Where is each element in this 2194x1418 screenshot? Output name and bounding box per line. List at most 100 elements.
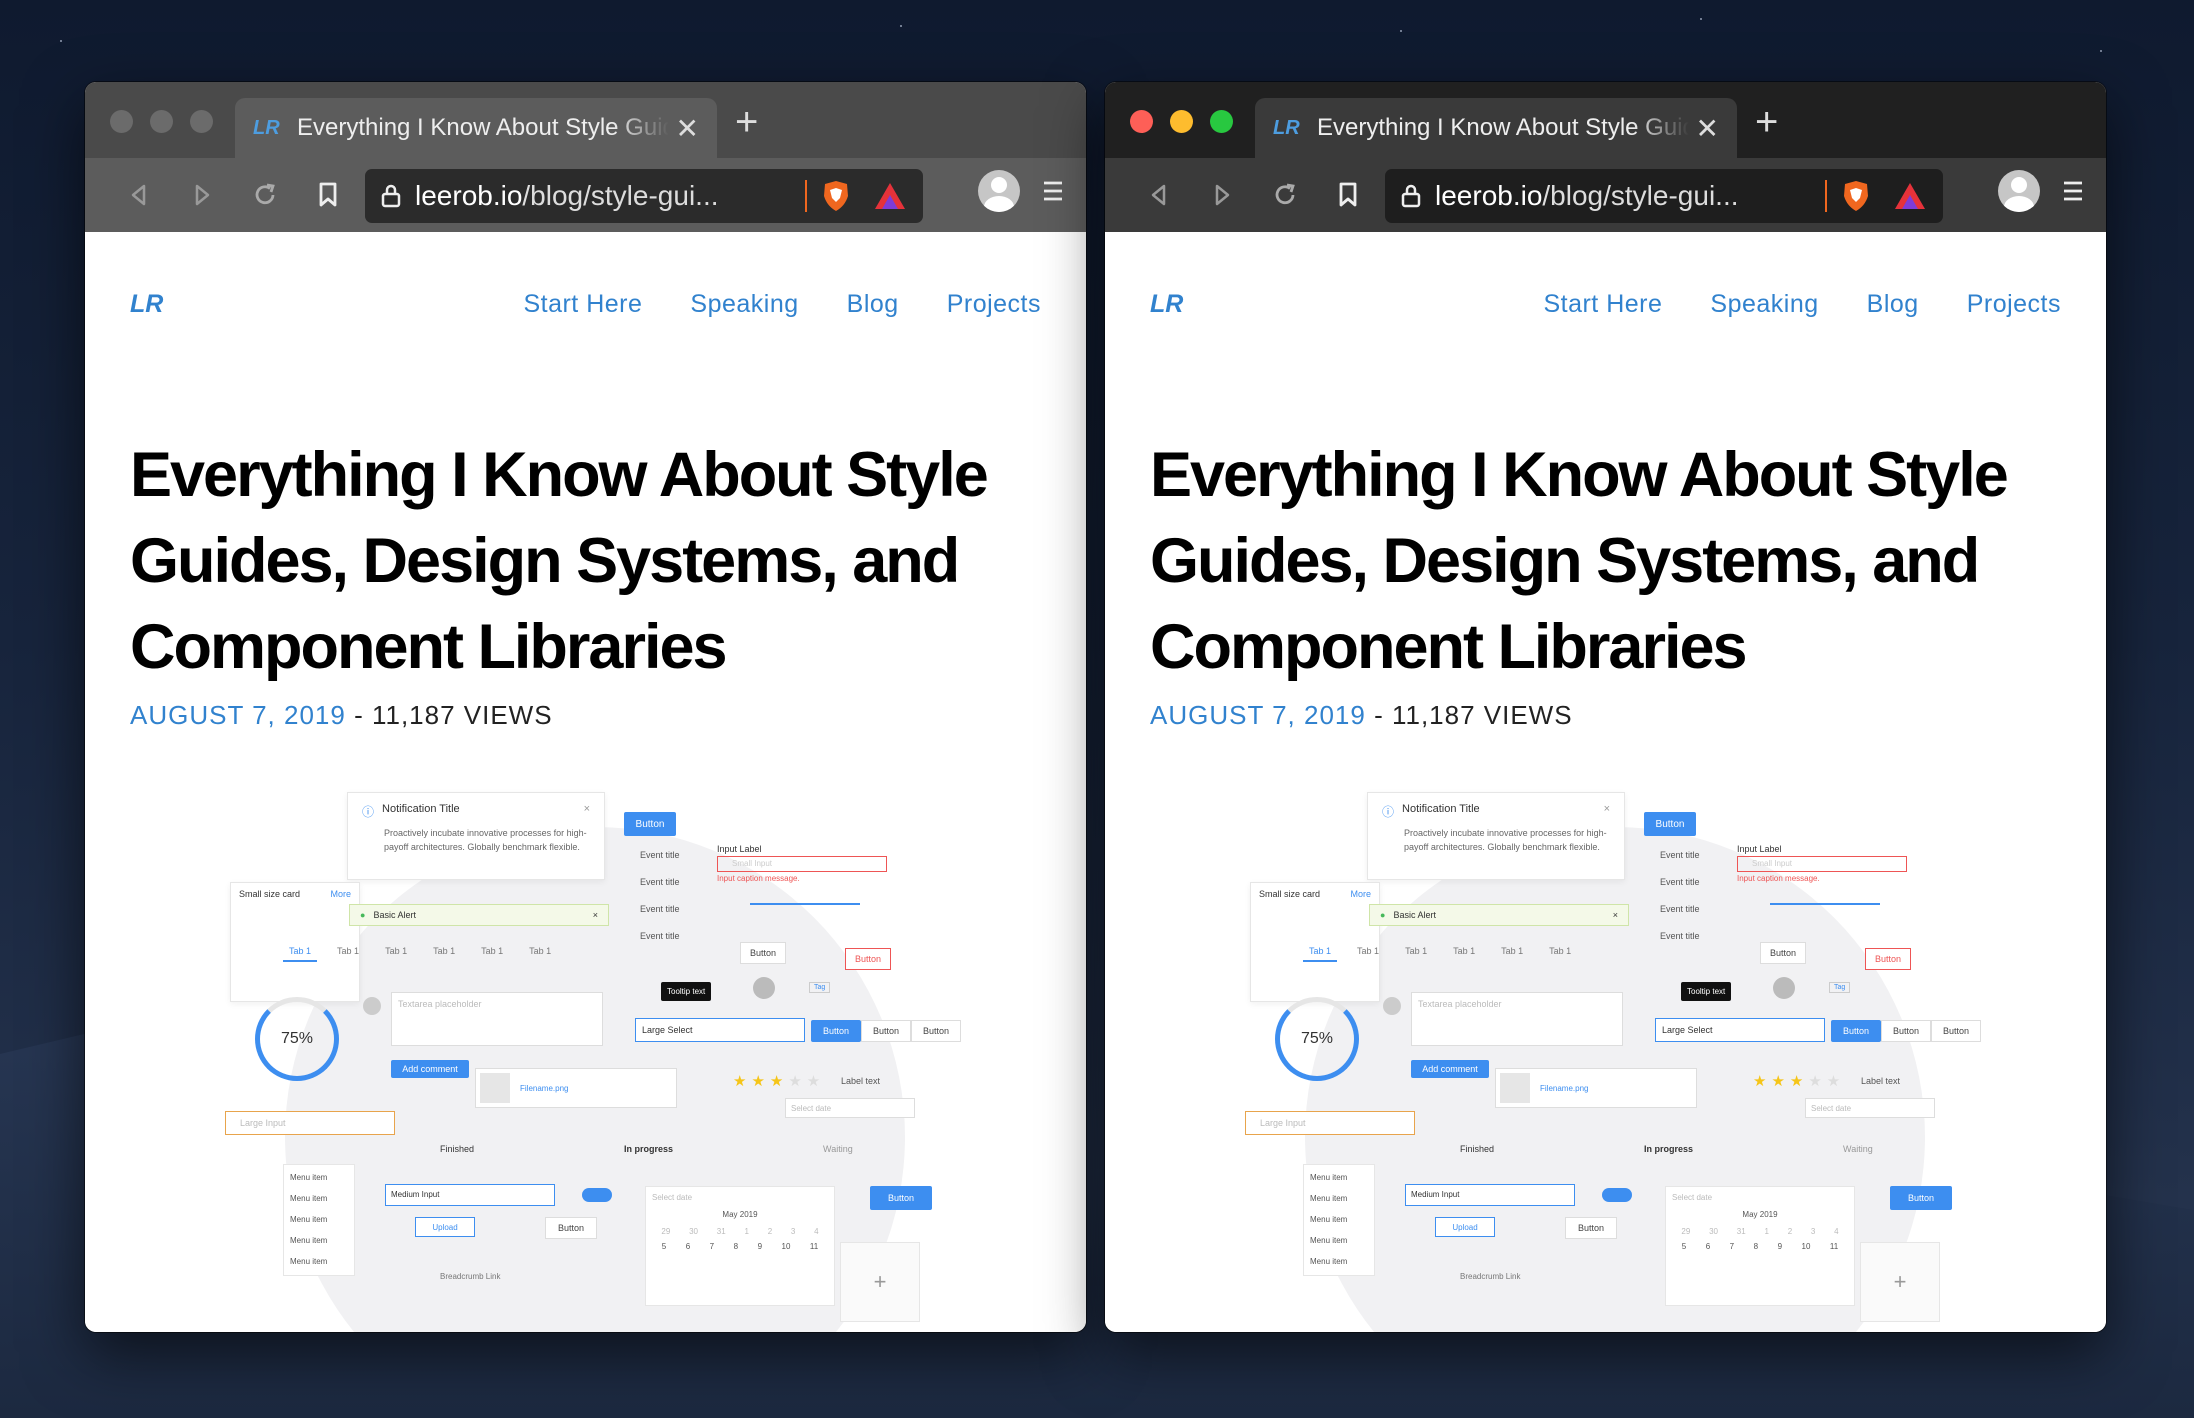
- medium-input[interactable]: Medium Input: [1405, 1184, 1575, 1206]
- tab-1[interactable]: Tab 1: [283, 942, 318, 962]
- new-tab-button[interactable]: +: [1755, 102, 1778, 142]
- new-tab-button[interactable]: +: [735, 102, 758, 142]
- tab-close-icon[interactable]: ✕: [669, 112, 699, 145]
- upload-button[interactable]: Upload: [1435, 1217, 1495, 1237]
- bookmark-icon[interactable]: [1316, 170, 1379, 220]
- menu-icon[interactable]: [1042, 179, 1064, 203]
- date-picker-input[interactable]: Select date: [785, 1098, 915, 1118]
- forward-icon[interactable]: [170, 170, 233, 220]
- add-card-button[interactable]: +: [1860, 1242, 1940, 1322]
- button-group-1[interactable]: Button: [811, 1020, 861, 1042]
- nav-blog[interactable]: Blog: [1867, 290, 1919, 319]
- textarea[interactable]: Textarea placeholder: [1411, 992, 1623, 1046]
- calendar-day[interactable]: 4: [1834, 1227, 1838, 1236]
- address-bar[interactable]: leerob.io/blog/style-gui...: [365, 169, 923, 223]
- address-bar[interactable]: leerob.io/blog/style-gui...: [1385, 169, 1943, 223]
- close-icon[interactable]: ×: [593, 910, 598, 920]
- upload-button[interactable]: Upload: [415, 1217, 475, 1237]
- nav-projects[interactable]: Projects: [947, 290, 1041, 319]
- breadcrumb[interactable]: Breadcrumb Link: [440, 1272, 500, 1281]
- close-window-button[interactable]: [1130, 110, 1153, 133]
- minimize-window-button[interactable]: [150, 110, 173, 133]
- calendar-day[interactable]: 29: [1681, 1227, 1690, 1236]
- close-icon[interactable]: ×: [584, 803, 590, 820]
- danger-button[interactable]: Button: [1865, 948, 1911, 970]
- calendar-day[interactable]: 1: [1764, 1227, 1768, 1236]
- tab-5[interactable]: Tab 1: [1495, 942, 1529, 962]
- textarea[interactable]: Textarea placeholder: [391, 992, 603, 1046]
- calendar-day[interactable]: 2: [1788, 1227, 1792, 1236]
- star-rating[interactable]: ★★★★★: [1753, 1072, 1845, 1090]
- calendar-day[interactable]: 5: [1682, 1242, 1686, 1251]
- nav-speaking[interactable]: Speaking: [1710, 290, 1818, 319]
- large-input-warning[interactable]: Large Input: [1245, 1111, 1415, 1135]
- calendar-day[interactable]: 31: [717, 1227, 726, 1236]
- tab-active[interactable]: LR Everything I Know About Style Guides …: [235, 98, 717, 158]
- date-picker-input[interactable]: Select date: [1805, 1098, 1935, 1118]
- primary-button[interactable]: Button: [1644, 812, 1696, 836]
- tab-2[interactable]: Tab 1: [331, 942, 365, 962]
- calendar-day[interactable]: 9: [1778, 1242, 1782, 1251]
- profile-icon[interactable]: [978, 170, 1020, 212]
- calendar-day[interactable]: 9: [758, 1242, 762, 1251]
- nav-speaking[interactable]: Speaking: [690, 290, 798, 319]
- nav-start-here[interactable]: Start Here: [1543, 290, 1662, 319]
- breadcrumb[interactable]: Breadcrumb Link: [1460, 1272, 1520, 1281]
- toggle-switch[interactable]: [1602, 1188, 1632, 1202]
- profile-icon[interactable]: [1998, 170, 2040, 212]
- calendar-day[interactable]: 11: [1830, 1242, 1838, 1251]
- brave-rewards-icon[interactable]: [873, 181, 907, 211]
- calendar-day[interactable]: 3: [791, 1227, 795, 1236]
- small-input-error[interactable]: Small Input: [1737, 856, 1907, 872]
- article-date[interactable]: AUGUST 7, 2019: [130, 700, 346, 730]
- minimize-window-button[interactable]: [1170, 110, 1193, 133]
- large-input-warning[interactable]: Large Input: [225, 1111, 395, 1135]
- add-comment-button[interactable]: Add comment: [391, 1060, 469, 1078]
- zoom-window-button[interactable]: [1210, 110, 1233, 133]
- calendar-day[interactable]: 11: [810, 1242, 818, 1251]
- add-comment-button[interactable]: Add comment: [1411, 1060, 1489, 1078]
- large-select[interactable]: Large Select: [1655, 1018, 1825, 1042]
- calendar-day[interactable]: 8: [734, 1242, 738, 1251]
- close-icon[interactable]: ×: [1613, 910, 1618, 920]
- calendar-day[interactable]: 31: [1737, 1227, 1746, 1236]
- calendar-day[interactable]: 6: [686, 1242, 690, 1251]
- tab-2[interactable]: Tab 1: [1351, 942, 1385, 962]
- tab-3[interactable]: Tab 1: [1399, 942, 1433, 962]
- tab-5[interactable]: Tab 1: [475, 942, 509, 962]
- calendar-day[interactable]: 30: [689, 1227, 698, 1236]
- large-select[interactable]: Large Select: [635, 1018, 805, 1042]
- site-logo[interactable]: LR: [130, 290, 163, 319]
- small-input-error[interactable]: Small Input: [717, 856, 887, 872]
- calendar-day[interactable]: 10: [1802, 1242, 1811, 1251]
- brave-rewards-icon[interactable]: [1893, 181, 1927, 211]
- calendar-day[interactable]: 6: [1706, 1242, 1710, 1251]
- primary-button[interactable]: Button: [624, 812, 676, 836]
- button-group-3[interactable]: Button: [911, 1020, 961, 1042]
- calendar-day[interactable]: 29: [661, 1227, 670, 1236]
- button-group-2[interactable]: Button: [1881, 1020, 1931, 1042]
- secondary-button[interactable]: Button: [1565, 1217, 1617, 1239]
- calendar-day[interactable]: 7: [1730, 1242, 1734, 1251]
- forward-icon[interactable]: [1190, 170, 1253, 220]
- brave-shield-icon[interactable]: [821, 179, 851, 213]
- calendar-day[interactable]: 5: [662, 1242, 666, 1251]
- danger-button[interactable]: Button: [845, 948, 891, 970]
- toggle-switch[interactable]: [582, 1188, 612, 1202]
- slider[interactable]: [1770, 903, 1880, 905]
- nav-projects[interactable]: Projects: [1967, 290, 2061, 319]
- tab-4[interactable]: Tab 1: [1447, 942, 1481, 962]
- add-card-button[interactable]: +: [840, 1242, 920, 1322]
- tag[interactable]: Tag: [1829, 982, 1851, 993]
- reload-icon[interactable]: [233, 170, 296, 220]
- article-date[interactable]: AUGUST 7, 2019: [1150, 700, 1366, 730]
- button-group-3[interactable]: Button: [1931, 1020, 1981, 1042]
- brave-shield-icon[interactable]: [1841, 179, 1871, 213]
- site-logo[interactable]: LR: [1150, 290, 1183, 319]
- button-group-1[interactable]: Button: [1831, 1020, 1881, 1042]
- icon-button[interactable]: Button: [870, 1186, 932, 1210]
- default-button[interactable]: Button: [740, 942, 786, 964]
- card-more-link[interactable]: More: [330, 889, 351, 899]
- calendar-day[interactable]: 8: [1754, 1242, 1758, 1251]
- tab-6[interactable]: Tab 1: [523, 942, 557, 962]
